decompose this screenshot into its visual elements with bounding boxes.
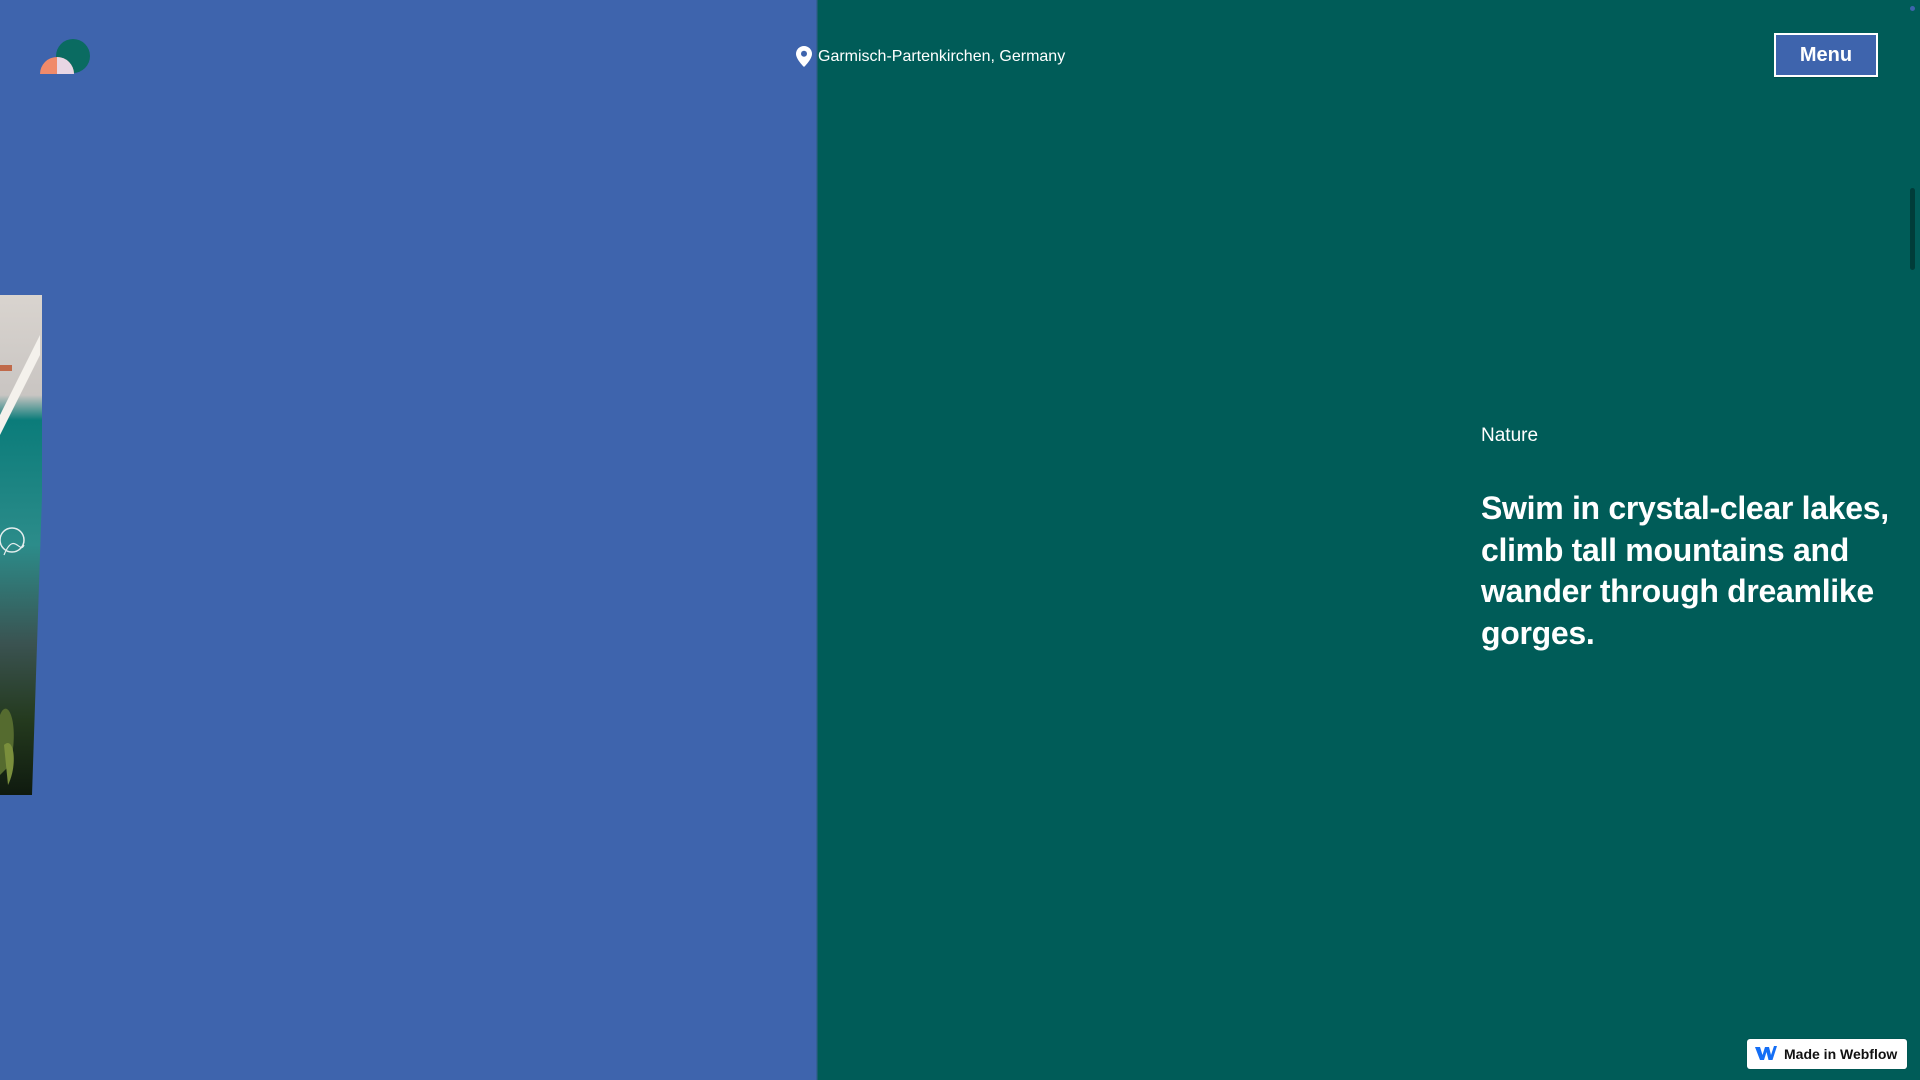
- made-in-webflow-badge[interactable]: Made in Webflow: [1747, 1039, 1907, 1069]
- location-link[interactable]: Garmisch-Partenkirchen, Germany: [796, 46, 1065, 67]
- webflow-logo-icon: [1755, 1045, 1777, 1063]
- scrollbar-thumb[interactable]: [1910, 188, 1915, 270]
- page: Garmisch-Partenkirchen, Germany Menu Nat…: [0, 0, 1920, 1080]
- panel-divider: [816, 0, 818, 1080]
- corner-indicator: [1910, 6, 1915, 11]
- map-pin-icon: [796, 46, 812, 67]
- section-headline: Swim in crystal-clear lakes, climb tall …: [1481, 490, 1889, 651]
- photo-strip-image: [0, 295, 42, 795]
- brand-logo-icon[interactable]: [38, 38, 94, 76]
- location-text: Garmisch-Partenkirchen, Germany: [818, 47, 1066, 65]
- menu-button[interactable]: Menu: [1774, 33, 1878, 77]
- badge-label: Made in Webflow: [1784, 1046, 1898, 1062]
- left-color-panel: [0, 0, 817, 1080]
- section-eyebrow: Nature: [1481, 425, 1539, 446]
